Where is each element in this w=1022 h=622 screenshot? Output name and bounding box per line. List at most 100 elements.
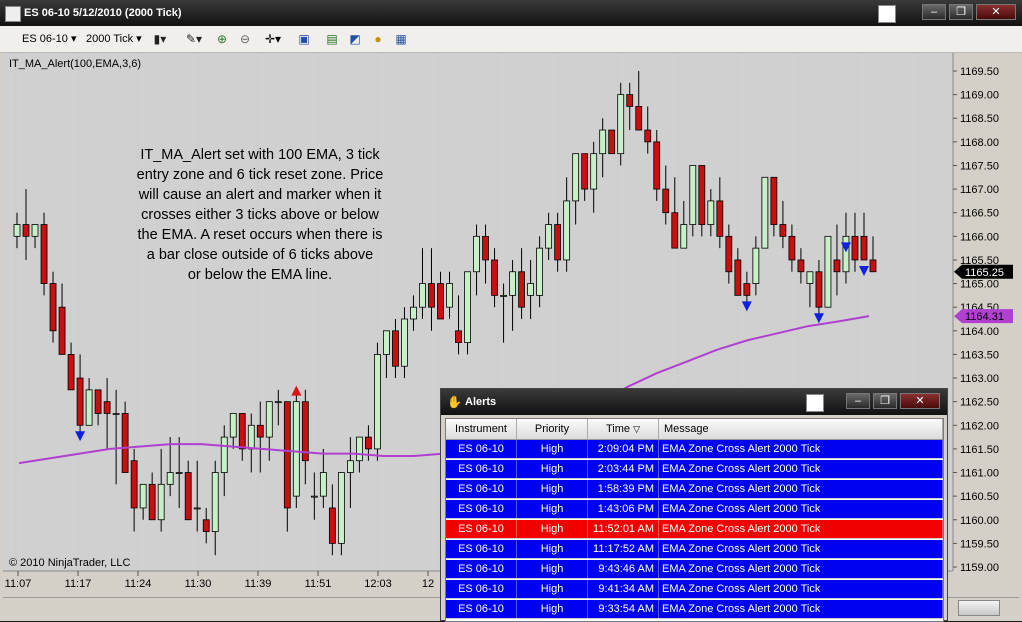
table-row[interactable]: ES 06-10 High 2:03:44 PM EMA Zone Cross Ale… [446,460,943,479]
cell-time: 9:43:46 AM [588,560,659,579]
column-header-message[interactable]: Message [659,419,943,439]
annotation-line: will cause an alert and marker when it [138,187,382,203]
candle-up [824,235,832,308]
price-tick-label: 1160.50 [960,491,999,503]
candle-down [725,235,733,273]
candle-down [653,141,661,190]
cell-message: EMA Zone Cross Alert 2000 Tick [659,560,943,579]
cell-instrument: ES 06-10 [446,480,517,499]
column-header-time[interactable]: Time ▽ [588,419,659,439]
chart-app-icon [5,6,21,22]
period-selector[interactable]: 2000 Tick ▾ [86,30,142,48]
candle-down [130,460,138,509]
candle-up [211,472,219,532]
candle-down [148,483,156,521]
price-tick-label: 1163.50 [960,349,999,361]
candle-down [554,224,562,261]
candle-down [770,176,778,225]
candle-up [319,472,327,497]
price-tick-label: 1164.00 [960,326,999,338]
cell-instrument: ES 06-10 [446,520,517,539]
alerts-restore-icon[interactable]: ❐ [873,393,897,409]
candle-up [166,472,174,485]
crosshair-icon[interactable]: ✛▾ [265,31,281,47]
minimize-icon[interactable]: – [922,4,946,20]
alert-hand-icon: ✋ [447,395,462,409]
annotation-line: IT_MA_Alert set with 100 EMA, 3 tick [140,147,380,163]
table-row[interactable]: ES 06-10 High 2:09:04 PM EMA Zone Cross Ale… [446,440,943,459]
cell-instrument: ES 06-10 [446,540,517,559]
candle-down [779,224,787,237]
candle-down [238,413,246,450]
table-row[interactable]: ES 06-10 High 1:58:39 PM EMA Zone Cross Ale… [446,480,943,499]
candle-down [328,507,336,544]
restore-icon[interactable]: ❐ [949,4,973,20]
price-tick-label: 1161.00 [960,468,999,480]
alerts-link-button[interactable]: L [806,394,824,412]
table-row[interactable]: ES 06-10 High 11:52:01 AM EMA Zone Cross Al… [446,520,943,539]
cell-time: 9:33:54 AM [588,600,659,619]
alerts-minimize-icon[interactable]: – [846,393,870,409]
candle-down [437,283,444,320]
candle-down [121,413,129,473]
candle-up [13,224,21,237]
table-row[interactable]: ES 06-10 High 9:43:46 AM EMA Zone Cross Ale… [446,560,943,579]
candle-down [392,330,399,367]
cell-time: 11:52:01 AM [588,520,659,539]
pencil-icon[interactable]: ✎▾ [186,31,202,47]
notes-icon[interactable]: ▦ [393,31,409,47]
price-tick-label: 1160.00 [960,515,999,527]
price-tick-label: 1162.00 [960,420,999,432]
column-header-priority[interactable]: Priority [517,419,588,439]
cell-instrument: ES 06-10 [446,600,517,619]
instrument-selector[interactable]: ES 06-10 ▾ [22,30,76,48]
close-icon[interactable]: ✕ [976,4,1016,20]
candle-up [707,200,715,225]
price-tick-label: 1166.50 [960,208,999,220]
candle-down [743,283,751,296]
candle-up [247,424,255,450]
cell-priority: High [517,580,588,599]
candle-down [202,519,210,532]
price-tick-label: 1159.50 [960,538,999,550]
strategy-icon[interactable]: ◩ [347,31,363,47]
chart-toolbar: ES 06-10 ▾ 2000 Tick ▾ ▮▾ ✎▾ ⊕ ⊖ ✛▾ ▣ ▤ … [0,26,1022,53]
cell-message: EMA Zone Cross Alert 2000 Tick [659,540,943,559]
candle-up [193,507,201,510]
money-icon[interactable]: ● [370,31,386,47]
alerts-grid-header: Instrument Priority Time ▽ Message [446,419,943,440]
table-row[interactable]: ES 06-10 High 9:33:54 AM EMA Zone Cross Ale… [446,600,943,619]
alerts-title-bar[interactable]: ✋ Alerts L – ❐ ✕ [441,389,947,415]
candle-up [383,330,390,355]
column-header-instrument[interactable]: Instrument [446,419,517,439]
table-row[interactable]: ES 06-10 High 9:41:34 AM EMA Zone Cross Ale… [446,580,943,599]
candle-up [139,483,147,509]
zoom-in-icon[interactable]: ⊕ [214,31,230,47]
zoom-out-icon[interactable]: ⊖ [237,31,253,47]
cell-message: EMA Zone Cross Alert 2000 Tick [659,440,943,459]
candle-up [346,460,354,473]
candle-up [31,224,39,237]
alerts-close-icon[interactable]: ✕ [900,393,940,409]
candle-down [76,377,84,426]
candle-up [175,472,183,474]
link-button[interactable]: L [878,5,896,23]
cell-message: EMA Zone Cross Alert 2000 Tick [659,580,943,599]
price-tick-label: 1166.00 [960,231,999,243]
candle-up [842,235,850,273]
time-tick-label: 12 [422,578,434,590]
bar-chart-icon[interactable]: ▮▾ [152,31,168,47]
alerts-window: ✋ Alerts L – ❐ ✕ Instrument Priority Tim… [440,388,948,622]
data-box-icon[interactable]: ▤ [324,31,340,47]
scrollbar-thumb[interactable] [958,600,1000,616]
title-bar[interactable]: ES 06-10 5/12/2010 (2000 Tick) L – ❐ ✕ [0,0,1022,26]
properties-icon[interactable]: ▣ [296,31,312,47]
price-tick-label: 1167.50 [960,160,999,172]
table-row[interactable]: ES 06-10 High 1:43:06 PM EMA Zone Cross Ale… [446,500,943,519]
instrument-value: ES 06-10 [22,33,68,45]
price-tick-label: 1165.00 [960,279,999,291]
table-row[interactable]: ES 06-10 High 11:17:52 AM EMA Zone Cross Al… [446,540,943,559]
price-tick-label: 1159.00 [960,562,999,574]
candle-down [365,436,372,450]
cell-message: EMA Zone Cross Alert 2000 Tick [659,480,943,499]
